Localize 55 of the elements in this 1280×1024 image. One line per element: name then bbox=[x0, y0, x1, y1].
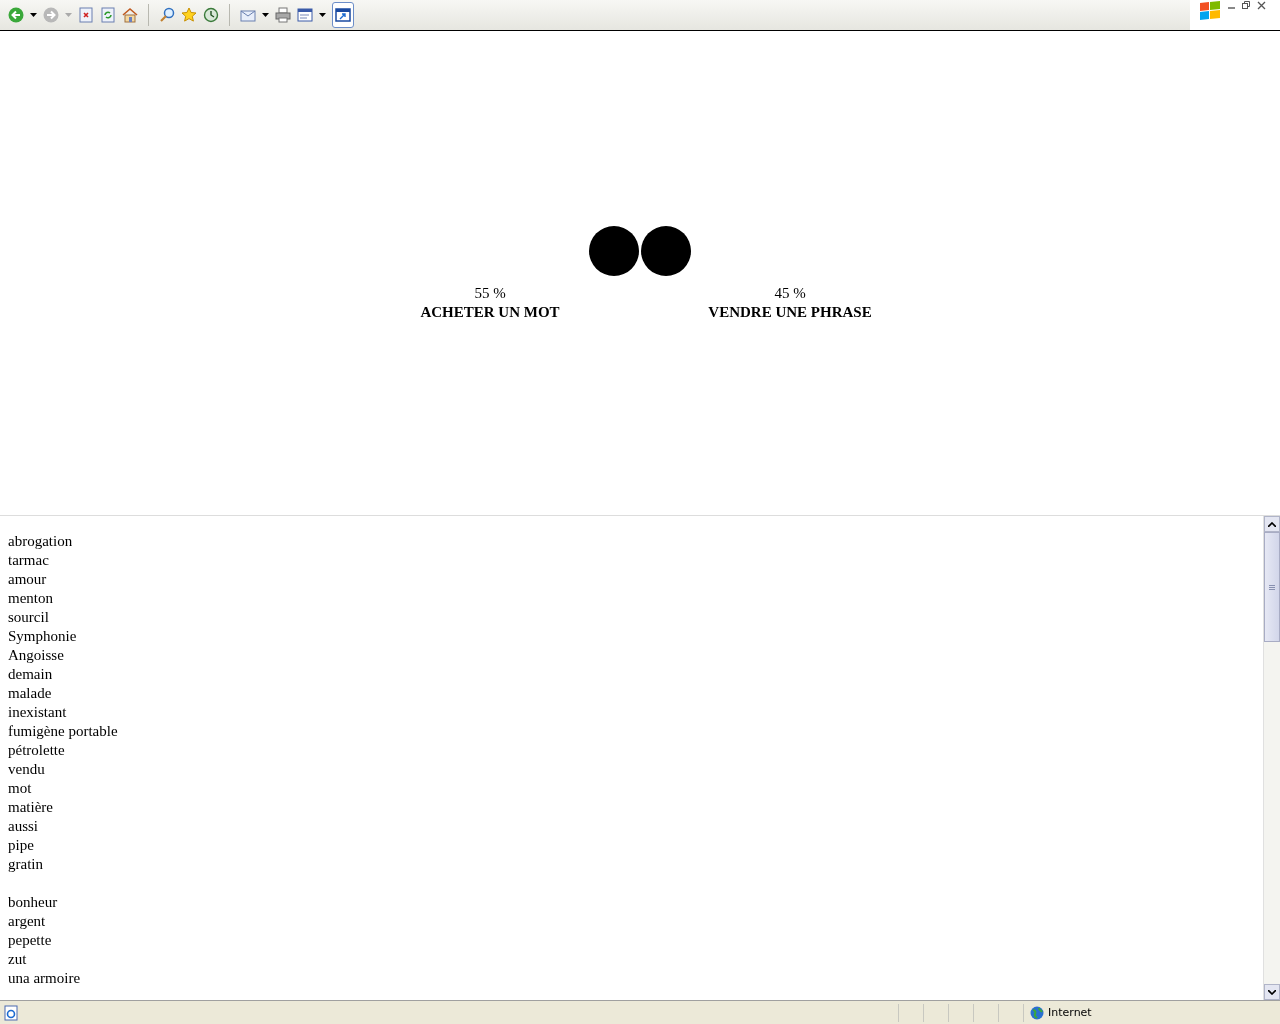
word-text: matière bbox=[8, 798, 54, 817]
mail-icon[interactable] bbox=[240, 7, 256, 23]
caret-icon[interactable] bbox=[319, 13, 326, 17]
windows-logo-icon bbox=[1198, 0, 1222, 22]
word-text: argent bbox=[8, 912, 47, 931]
caret-icon[interactable] bbox=[262, 13, 269, 17]
home-icon[interactable] bbox=[122, 7, 138, 23]
choice-label: VENDRE UNE PHRASE bbox=[708, 303, 872, 322]
word-text: inexistant bbox=[8, 703, 68, 722]
word-text: pepette bbox=[8, 931, 53, 950]
back-arrow-icon[interactable] bbox=[8, 7, 24, 23]
word-text: demain bbox=[8, 665, 54, 684]
word-text: aussi bbox=[8, 817, 39, 836]
word-text: amour bbox=[8, 570, 48, 589]
stop-icon[interactable] bbox=[78, 7, 94, 23]
word-text: Angoisse bbox=[8, 646, 65, 665]
close-icon[interactable] bbox=[1257, 0, 1266, 10]
circle[interactable] bbox=[589, 226, 639, 276]
printer-icon[interactable] bbox=[275, 7, 291, 23]
word-text: pipe bbox=[8, 836, 35, 855]
refresh-icon[interactable] bbox=[100, 7, 116, 23]
word-text: fumigène portable bbox=[8, 722, 119, 741]
caret-icon bbox=[65, 13, 72, 17]
choice-label: ACHETER UN MOT bbox=[420, 303, 560, 322]
zone-text: Internet bbox=[1048, 1006, 1092, 1019]
circle[interactable] bbox=[641, 226, 691, 276]
restore-icon[interactable] bbox=[1242, 0, 1251, 10]
caret-icon[interactable] bbox=[30, 13, 37, 17]
scrollbar[interactable] bbox=[1263, 516, 1280, 1000]
percentage-text: 55 % bbox=[474, 284, 506, 303]
search-icon[interactable] bbox=[159, 7, 175, 23]
window-button[interactable] bbox=[332, 2, 354, 28]
history-icon[interactable] bbox=[203, 7, 219, 23]
word-text: tarmac bbox=[8, 551, 50, 570]
word-text: Symphonie bbox=[8, 627, 78, 646]
word-text: vendu bbox=[8, 760, 46, 779]
scroll-up-icon[interactable] bbox=[1268, 521, 1276, 527]
star-icon[interactable] bbox=[181, 7, 197, 23]
globe-icon bbox=[1030, 1005, 1044, 1020]
grip-icon[interactable] bbox=[1269, 584, 1275, 590]
word-text: mot bbox=[8, 779, 33, 798]
word-text: zut bbox=[8, 950, 28, 969]
word-text: abrogation bbox=[8, 532, 74, 551]
scroll-down-icon[interactable] bbox=[1268, 989, 1276, 995]
word-text: menton bbox=[8, 589, 54, 608]
word-text: sourcil bbox=[8, 608, 50, 627]
window-icon bbox=[335, 7, 351, 23]
word-text: malade bbox=[8, 684, 53, 703]
edit-page-icon[interactable] bbox=[297, 7, 313, 23]
word-text: pétrolette bbox=[8, 741, 66, 760]
word-text: gratin bbox=[8, 855, 44, 874]
word-text: bonheur bbox=[8, 893, 59, 912]
word-text: una armoire bbox=[8, 969, 82, 988]
percentage-text: 45 % bbox=[774, 284, 806, 303]
page-icon bbox=[3, 1004, 19, 1021]
